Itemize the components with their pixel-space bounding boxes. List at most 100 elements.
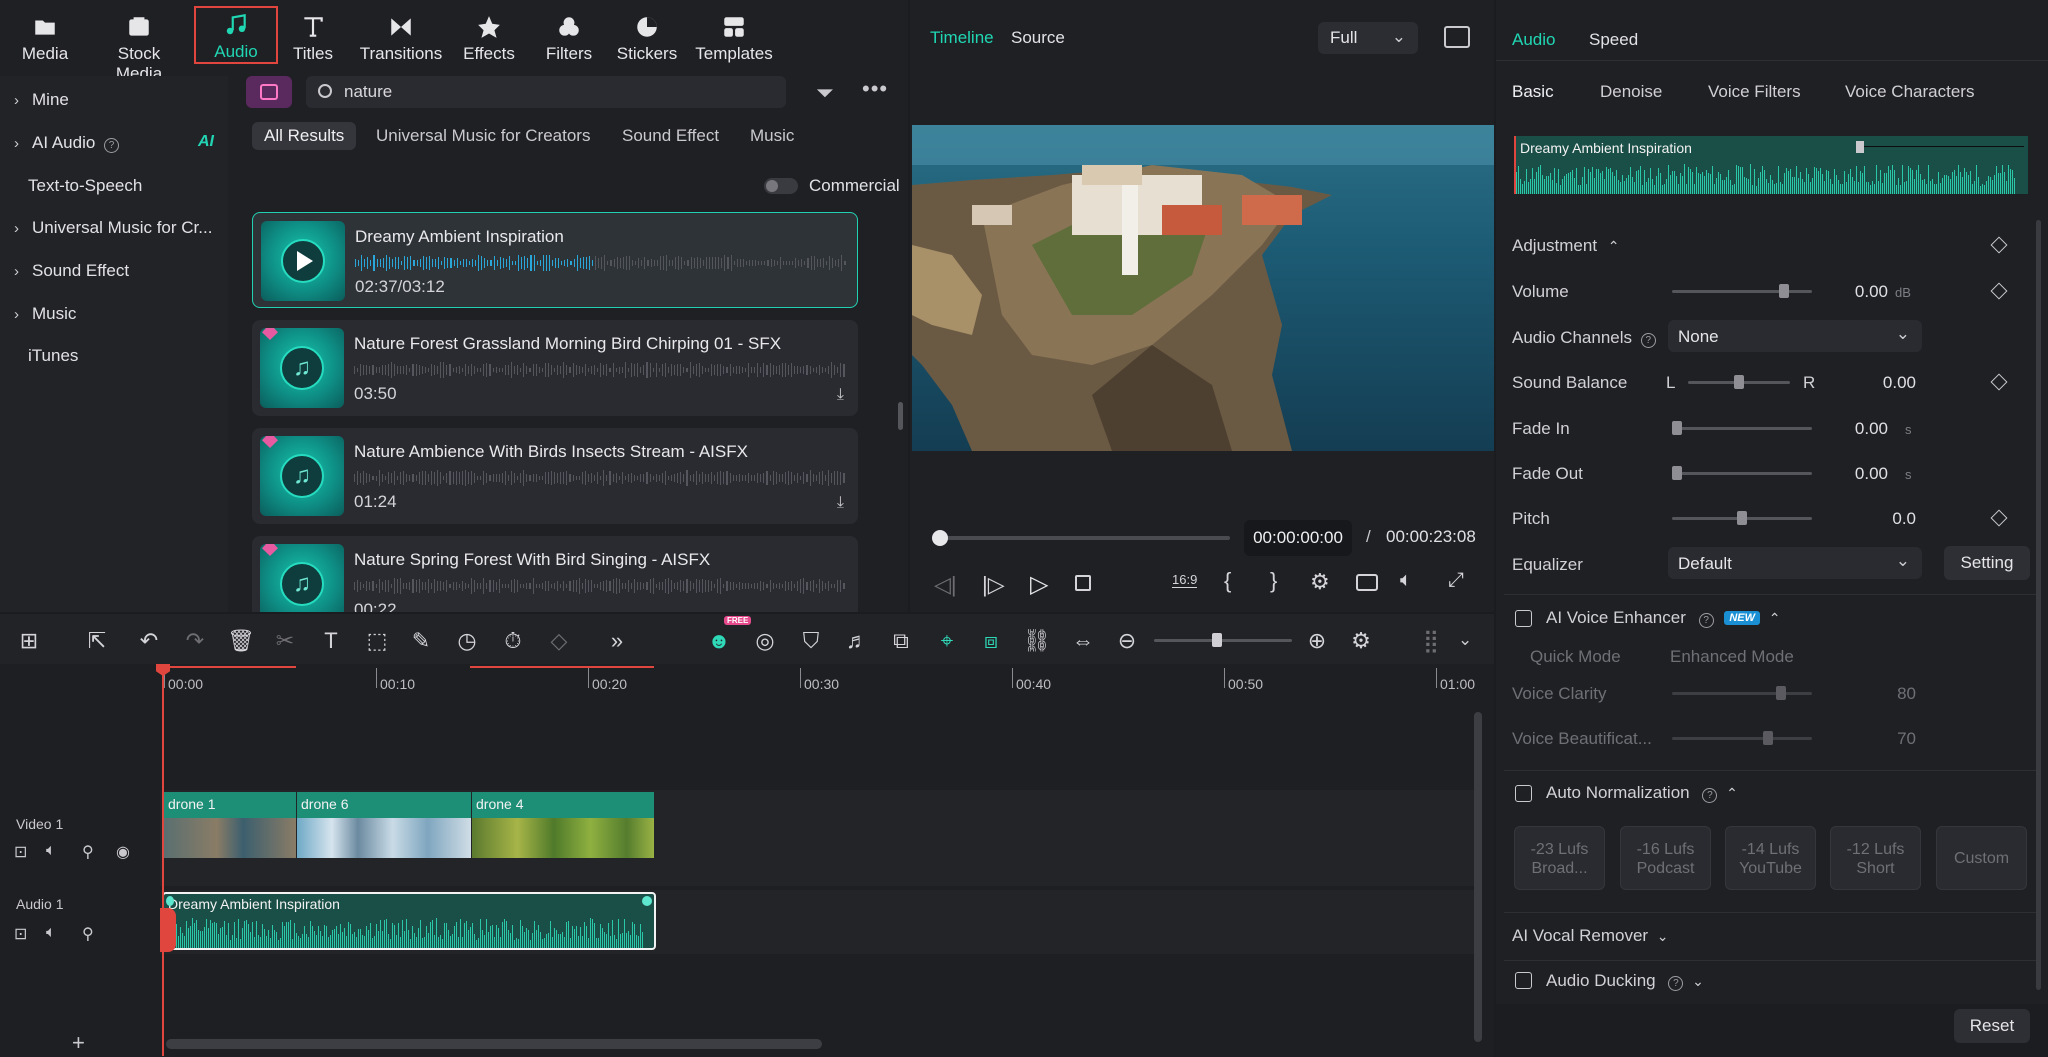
quality-dropdown[interactable]: Full ⌄ xyxy=(1318,22,1418,54)
norm-preset-short[interactable]: -12 Lufs Short xyxy=(1830,826,1921,890)
video-clip[interactable]: drone 1 xyxy=(164,792,296,858)
slider-knob[interactable] xyxy=(1211,633,1222,647)
store-button[interactable] xyxy=(246,76,292,108)
mark-in-icon[interactable]: { xyxy=(1224,568,1231,594)
auto-normalization-checkbox[interactable] xyxy=(1515,785,1532,802)
fit-timeline-icon[interactable]: ⇔ xyxy=(1068,626,1098,656)
chevron-down-icon[interactable]: ⌄ xyxy=(1692,973,1704,989)
download-icon[interactable]: ⤓ xyxy=(837,386,844,404)
tab-speed[interactable]: Speed xyxy=(1589,30,1638,50)
more-icon[interactable]: ••• xyxy=(862,76,888,102)
reset-button[interactable]: Reset xyxy=(1954,1009,2030,1043)
chevron-down-icon[interactable]: ⌄ xyxy=(1458,630,1472,650)
play-backward-icon[interactable]: |▷ xyxy=(982,572,1005,598)
slider-knob[interactable] xyxy=(1672,466,1682,480)
search-input[interactable]: nature xyxy=(344,82,392,102)
snap-icon[interactable]: ⌖ xyxy=(932,626,962,656)
norm-preset-custom[interactable]: Custom xyxy=(1936,826,2027,890)
zoom-slider[interactable] xyxy=(1154,633,1292,647)
audio-card[interactable]: ♫ Nature Ambience With Birds Insects Str… xyxy=(252,428,858,524)
select-tool-icon[interactable]: ⇱ xyxy=(82,626,112,656)
download-icon[interactable]: ⤓ xyxy=(837,494,844,512)
timeline-settings-icon[interactable]: ⚙ xyxy=(1346,626,1376,656)
draw-icon[interactable]: ✎ xyxy=(406,626,436,656)
slider-knob[interactable] xyxy=(1734,375,1744,389)
redo-icon[interactable]: ↷ xyxy=(180,626,210,656)
settings-icon[interactable]: ⚙ xyxy=(1310,569,1330,595)
undo-icon[interactable]: ↶ xyxy=(134,626,164,656)
sidebar-item-sound-effect[interactable]: › Sound Effect xyxy=(14,261,129,281)
fullscreen-icon[interactable]: ⤢ xyxy=(1448,569,1464,592)
horizontal-scrollbar[interactable] xyxy=(166,1039,822,1049)
audio-clip[interactable]: Dreamy Ambient Inspiration xyxy=(162,892,656,950)
ai-assistant-icon[interactable]: ☻ xyxy=(704,626,734,656)
help-icon[interactable]: ? xyxy=(1702,788,1718,803)
crop-icon[interactable]: ⬚ xyxy=(362,626,392,656)
slider-knob[interactable] xyxy=(1763,731,1773,745)
slider-knob[interactable] xyxy=(1672,421,1682,435)
magic-icon[interactable]: ⚲ xyxy=(82,842,94,862)
pitch-slider[interactable] xyxy=(1672,511,1812,525)
audio-card[interactable]: Dreamy Ambient Inspiration 02:37/03:12 xyxy=(252,212,858,308)
properties-scrollbar[interactable] xyxy=(2036,220,2041,990)
fade-handle[interactable] xyxy=(166,896,174,906)
eye-icon[interactable]: ◉ xyxy=(116,842,130,862)
lock-icon[interactable]: ⊡ xyxy=(14,842,27,862)
speed-icon[interactable]: ◷ xyxy=(452,626,482,656)
toolbar-titles[interactable]: Titles xyxy=(268,8,358,64)
timer-icon[interactable]: ⏱ xyxy=(498,626,528,656)
subtab-voice-filters[interactable]: Voice Filters xyxy=(1708,82,1801,102)
toolbar-effects[interactable]: Effects xyxy=(444,8,534,64)
subtab-voice-characters[interactable]: Voice Characters xyxy=(1845,82,1974,102)
volume-handle[interactable] xyxy=(1856,141,1864,153)
ai-vocal-remover-header[interactable]: AI Vocal Remover ⌄ xyxy=(1512,926,1669,946)
help-icon[interactable]: ? xyxy=(1698,613,1714,628)
play-icon[interactable] xyxy=(281,239,325,283)
balance-slider[interactable] xyxy=(1688,375,1790,389)
adjustment-header[interactable]: Adjustment ⌃ xyxy=(1512,236,1620,256)
fade-in-value[interactable]: 0.00 xyxy=(1808,419,1888,439)
magic-icon[interactable]: ⚲ xyxy=(82,924,94,944)
tab-sound-effect[interactable]: Sound Effect xyxy=(610,122,731,150)
slider-knob[interactable] xyxy=(1737,511,1747,525)
toolbar-stock-media[interactable]: Stock Media xyxy=(94,8,184,84)
add-track-icon[interactable]: + xyxy=(72,1030,85,1056)
layout-icon[interactable]: ⊞ xyxy=(14,626,44,656)
toolbar-transitions[interactable]: Transitions xyxy=(356,8,446,64)
norm-preset-broadcast[interactable]: -23 Lufs Broad... xyxy=(1514,826,1605,890)
tab-all-results[interactable]: All Results xyxy=(252,122,357,150)
volume-icon[interactable]: 🔈︎ xyxy=(1400,569,1412,592)
filter-icon[interactable]: ⏷ xyxy=(816,80,834,106)
unlink-icon[interactable]: ⛓ xyxy=(1022,626,1052,656)
subtab-denoise[interactable]: Denoise xyxy=(1600,82,1662,102)
text-tool-icon[interactable]: T xyxy=(316,626,346,656)
voice-clarity-slider[interactable] xyxy=(1672,686,1812,700)
chevron-up-icon[interactable]: ⌃ xyxy=(1769,610,1781,626)
sidebar-item-mine[interactable]: › Mine xyxy=(14,90,69,110)
library-scrollbar[interactable] xyxy=(898,402,903,430)
playhead[interactable] xyxy=(162,664,164,1056)
ai-voice-enhancer-checkbox[interactable] xyxy=(1515,610,1532,627)
toolbar-audio[interactable]: Audio xyxy=(194,6,278,64)
volume-slider[interactable] xyxy=(1672,284,1812,298)
tab-music[interactable]: Music xyxy=(738,122,806,150)
zoom-out-icon[interactable]: ⊖ xyxy=(1112,626,1142,656)
fade-handle[interactable] xyxy=(642,896,652,906)
voice-beautification-slider[interactable] xyxy=(1672,731,1812,745)
audio-card[interactable]: ♫ Nature Forest Grassland Morning Bird C… xyxy=(252,320,858,416)
subtab-basic[interactable]: Basic xyxy=(1512,82,1554,102)
norm-preset-youtube[interactable]: -14 Lufs YouTube xyxy=(1725,826,1816,890)
fade-out-slider[interactable] xyxy=(1672,466,1812,480)
balance-value[interactable]: 0.00 xyxy=(1836,373,1916,393)
enhanced-mode-option[interactable]: Enhanced Mode xyxy=(1670,647,1794,667)
sidebar-item-universal-music[interactable]: › Universal Music for Cr... xyxy=(14,218,212,238)
help-icon[interactable]: ? xyxy=(1668,976,1684,991)
grid-view-icon[interactable]: ⣿ xyxy=(1416,626,1446,656)
commercial-toggle[interactable] xyxy=(764,178,798,194)
slider-knob[interactable] xyxy=(1778,284,1789,298)
audio-beat-icon[interactable]: ♬ xyxy=(842,626,872,656)
toolbar-media[interactable]: Media xyxy=(0,8,90,64)
aspect-ratio-icon[interactable]: 16:9 xyxy=(1172,572,1198,588)
mark-out-icon[interactable]: } xyxy=(1270,568,1277,594)
zoom-in-icon[interactable]: ⊕ xyxy=(1302,626,1332,656)
